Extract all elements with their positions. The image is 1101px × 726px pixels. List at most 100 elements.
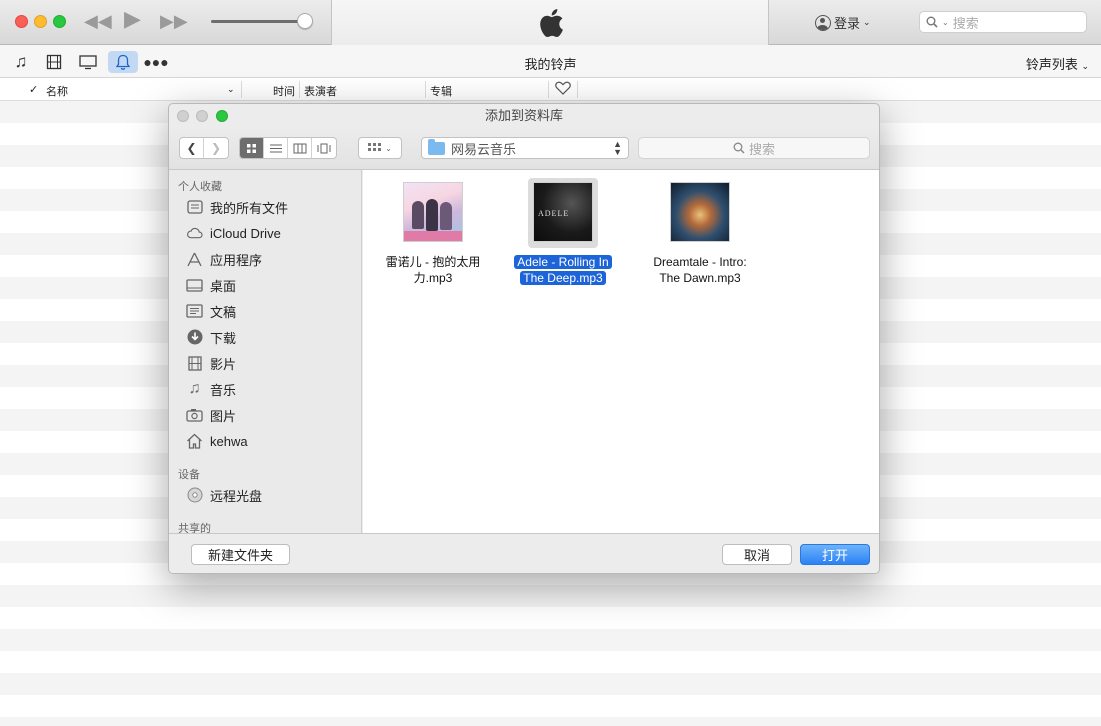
close-window-button[interactable] <box>15 15 28 28</box>
chevron-down-icon[interactable]: ⌄ <box>227 84 235 95</box>
view-mode-control <box>239 137 337 159</box>
cancel-button[interactable]: 取消 <box>722 544 792 565</box>
login-button[interactable]: 登录 ⌄ <box>815 13 871 32</box>
column-artist[interactable]: 表演者 <box>304 83 337 99</box>
forward-button[interactable]: ❯ <box>204 138 228 158</box>
dialog-toolbar: ❮ ❯ ⌄ 网易云音乐 ▲ ▼ 搜索 <box>169 128 879 170</box>
sidebar-item-label: 我的所有文件 <box>210 200 289 216</box>
play-icon[interactable]: ▶ <box>124 8 141 30</box>
back-button[interactable]: ❮ <box>180 138 204 158</box>
file-name-line2: The Dawn.mp3 <box>659 271 741 285</box>
album-cover-text: ADELE <box>538 209 570 218</box>
volume-slider-knob[interactable] <box>297 13 313 29</box>
library-toolbar: ♫ ●●● 我的铃声 铃声列表 ⌄ <box>0 45 1101 78</box>
devices-header: 设备 <box>178 469 200 481</box>
movies-icon <box>186 355 203 372</box>
ringtone-list-dropdown[interactable]: 铃声列表 ⌄ <box>1026 54 1089 73</box>
file-name-line2: The Deep.mp3 <box>520 271 606 285</box>
file-name-line1: Dreamtale - Intro: <box>653 255 747 269</box>
sidebar-item-label: kehwa <box>210 433 248 449</box>
cloud-icon <box>186 225 203 242</box>
desktop-icon <box>186 277 203 294</box>
sidebar-item-home[interactable]: kehwa <box>186 430 248 452</box>
chevron-down-icon: ⌄ <box>863 17 871 27</box>
all-files-icon <box>186 199 203 216</box>
login-label: 登录 <box>834 16 861 31</box>
status-display <box>331 0 769 45</box>
file-item[interactable]: 雷诺儿 - 抱的太用 力.mp3 <box>373 178 493 286</box>
icon-view-button[interactable] <box>240 138 264 158</box>
title-bar: ◀◀ ▶ ▶▶ 登录 ⌄ ⌄ 搜索 <box>0 0 1101 45</box>
file-item[interactable]: Dreamtale - Intro: The Dawn.mp3 <box>640 178 760 286</box>
sidebar-item-remote-disc[interactable]: 远程光盘 <box>186 484 262 506</box>
ringtone-list-label: 铃声列表 <box>1025 57 1078 72</box>
rewind-icon[interactable]: ◀◀ <box>84 11 112 31</box>
search-placeholder: 搜索 <box>952 15 979 31</box>
search-icon <box>926 16 938 28</box>
sidebar-item-documents[interactable]: 文稿 <box>186 300 236 322</box>
chevron-down-icon: ⌄ <box>942 17 949 27</box>
column-header: ✓ 名称 ⌄ 时间 表演者 专辑 <box>0 79 1101 101</box>
list-view-button[interactable] <box>264 138 288 158</box>
favorites-header: 个人收藏 <box>178 181 222 193</box>
sidebar-item-pictures[interactable]: 图片 <box>186 404 236 426</box>
file-name-line1: 雷诺儿 - 抱的太用 <box>385 255 481 269</box>
column-album[interactable]: 专辑 <box>430 83 452 99</box>
sidebar-item-downloads[interactable]: 下载 <box>186 326 236 348</box>
column-time[interactable]: 时间 <box>273 83 295 99</box>
column-view-button[interactable] <box>288 138 312 158</box>
minimize-window-button[interactable] <box>34 15 47 28</box>
folder-icon <box>428 138 445 155</box>
dialog-footer: 新建文件夹 取消 打开 <box>169 533 879 573</box>
album-art-thumbnail: ADELE <box>533 182 593 242</box>
sidebar-item-music[interactable]: ♫ 音乐 <box>186 378 237 400</box>
home-icon <box>186 433 203 450</box>
user-icon <box>815 14 831 31</box>
file-name-line1: Adele - Rolling In <box>514 255 612 269</box>
sidebar-item-label: 文稿 <box>210 304 237 320</box>
zoom-window-button[interactable] <box>53 15 66 28</box>
download-icon <box>186 329 203 346</box>
apple-logo-icon <box>540 9 563 38</box>
sidebar-item-movies[interactable]: 影片 <box>186 352 236 374</box>
album-art-thumbnail <box>403 182 463 242</box>
updown-arrows-icon: ▲ ▼ <box>613 139 622 157</box>
search-input[interactable]: ⌄ 搜索 <box>919 11 1087 33</box>
sidebar-item-all-files[interactable]: 我的所有文件 <box>186 196 288 218</box>
volume-slider[interactable] <box>211 20 305 23</box>
sidebar-item-label: 图片 <box>210 408 237 424</box>
location-label: 网易云音乐 <box>451 141 517 157</box>
arrange-icon <box>368 143 382 151</box>
column-name[interactable]: 名称 <box>46 83 68 99</box>
sidebar-item-label: 音乐 <box>210 382 237 398</box>
file-item-selected[interactable]: ADELE Adele - Rolling In The Deep.mp3 <box>503 178 623 286</box>
sidebar-item-label: 应用程序 <box>210 252 263 268</box>
back-forward-control: ❮ ❯ <box>179 137 229 159</box>
location-popup[interactable]: 网易云音乐 ▲ ▼ <box>421 137 629 159</box>
dialog-sidebar: 个人收藏 我的所有文件 iCloud Drive 应用程序 桌面 文稿 下载 影… <box>169 170 362 535</box>
disc-icon <box>186 487 203 504</box>
new-folder-button[interactable]: 新建文件夹 <box>191 544 290 565</box>
sidebar-item-desktop[interactable]: 桌面 <box>186 274 236 296</box>
arrange-button[interactable]: ⌄ <box>358 137 402 159</box>
file-name-line2: 力.mp3 <box>413 271 453 285</box>
page-title: 我的铃声 <box>524 57 577 72</box>
heart-icon[interactable] <box>555 81 571 98</box>
music-icon: ♫ <box>188 380 201 397</box>
checkmark-icon[interactable]: ✓ <box>29 83 38 96</box>
chevron-down-icon: ⌄ <box>385 143 392 153</box>
sidebar-item-label: 远程光盘 <box>210 488 263 504</box>
sidebar-item-label: iCloud Drive <box>210 225 281 241</box>
search-icon <box>733 142 745 154</box>
cover-flow-button[interactable] <box>312 138 336 158</box>
applications-icon <box>186 251 203 268</box>
sidebar-item-icloud-drive[interactable]: iCloud Drive <box>186 222 281 244</box>
sidebar-item-label: 桌面 <box>210 278 237 294</box>
chevron-down-icon: ⌄ <box>1081 61 1089 71</box>
documents-icon <box>186 303 203 320</box>
sidebar-item-applications[interactable]: 应用程序 <box>186 248 262 270</box>
open-button[interactable]: 打开 <box>800 544 870 565</box>
dialog-search-input[interactable]: 搜索 <box>638 137 870 159</box>
fast-forward-icon[interactable]: ▶▶ <box>160 11 188 31</box>
add-to-library-dialog: 添加到资料库 ❮ ❯ ⌄ 网易云音乐 ▲ ▼ 搜索 个人收藏 我的所有文件 iC… <box>168 103 880 574</box>
